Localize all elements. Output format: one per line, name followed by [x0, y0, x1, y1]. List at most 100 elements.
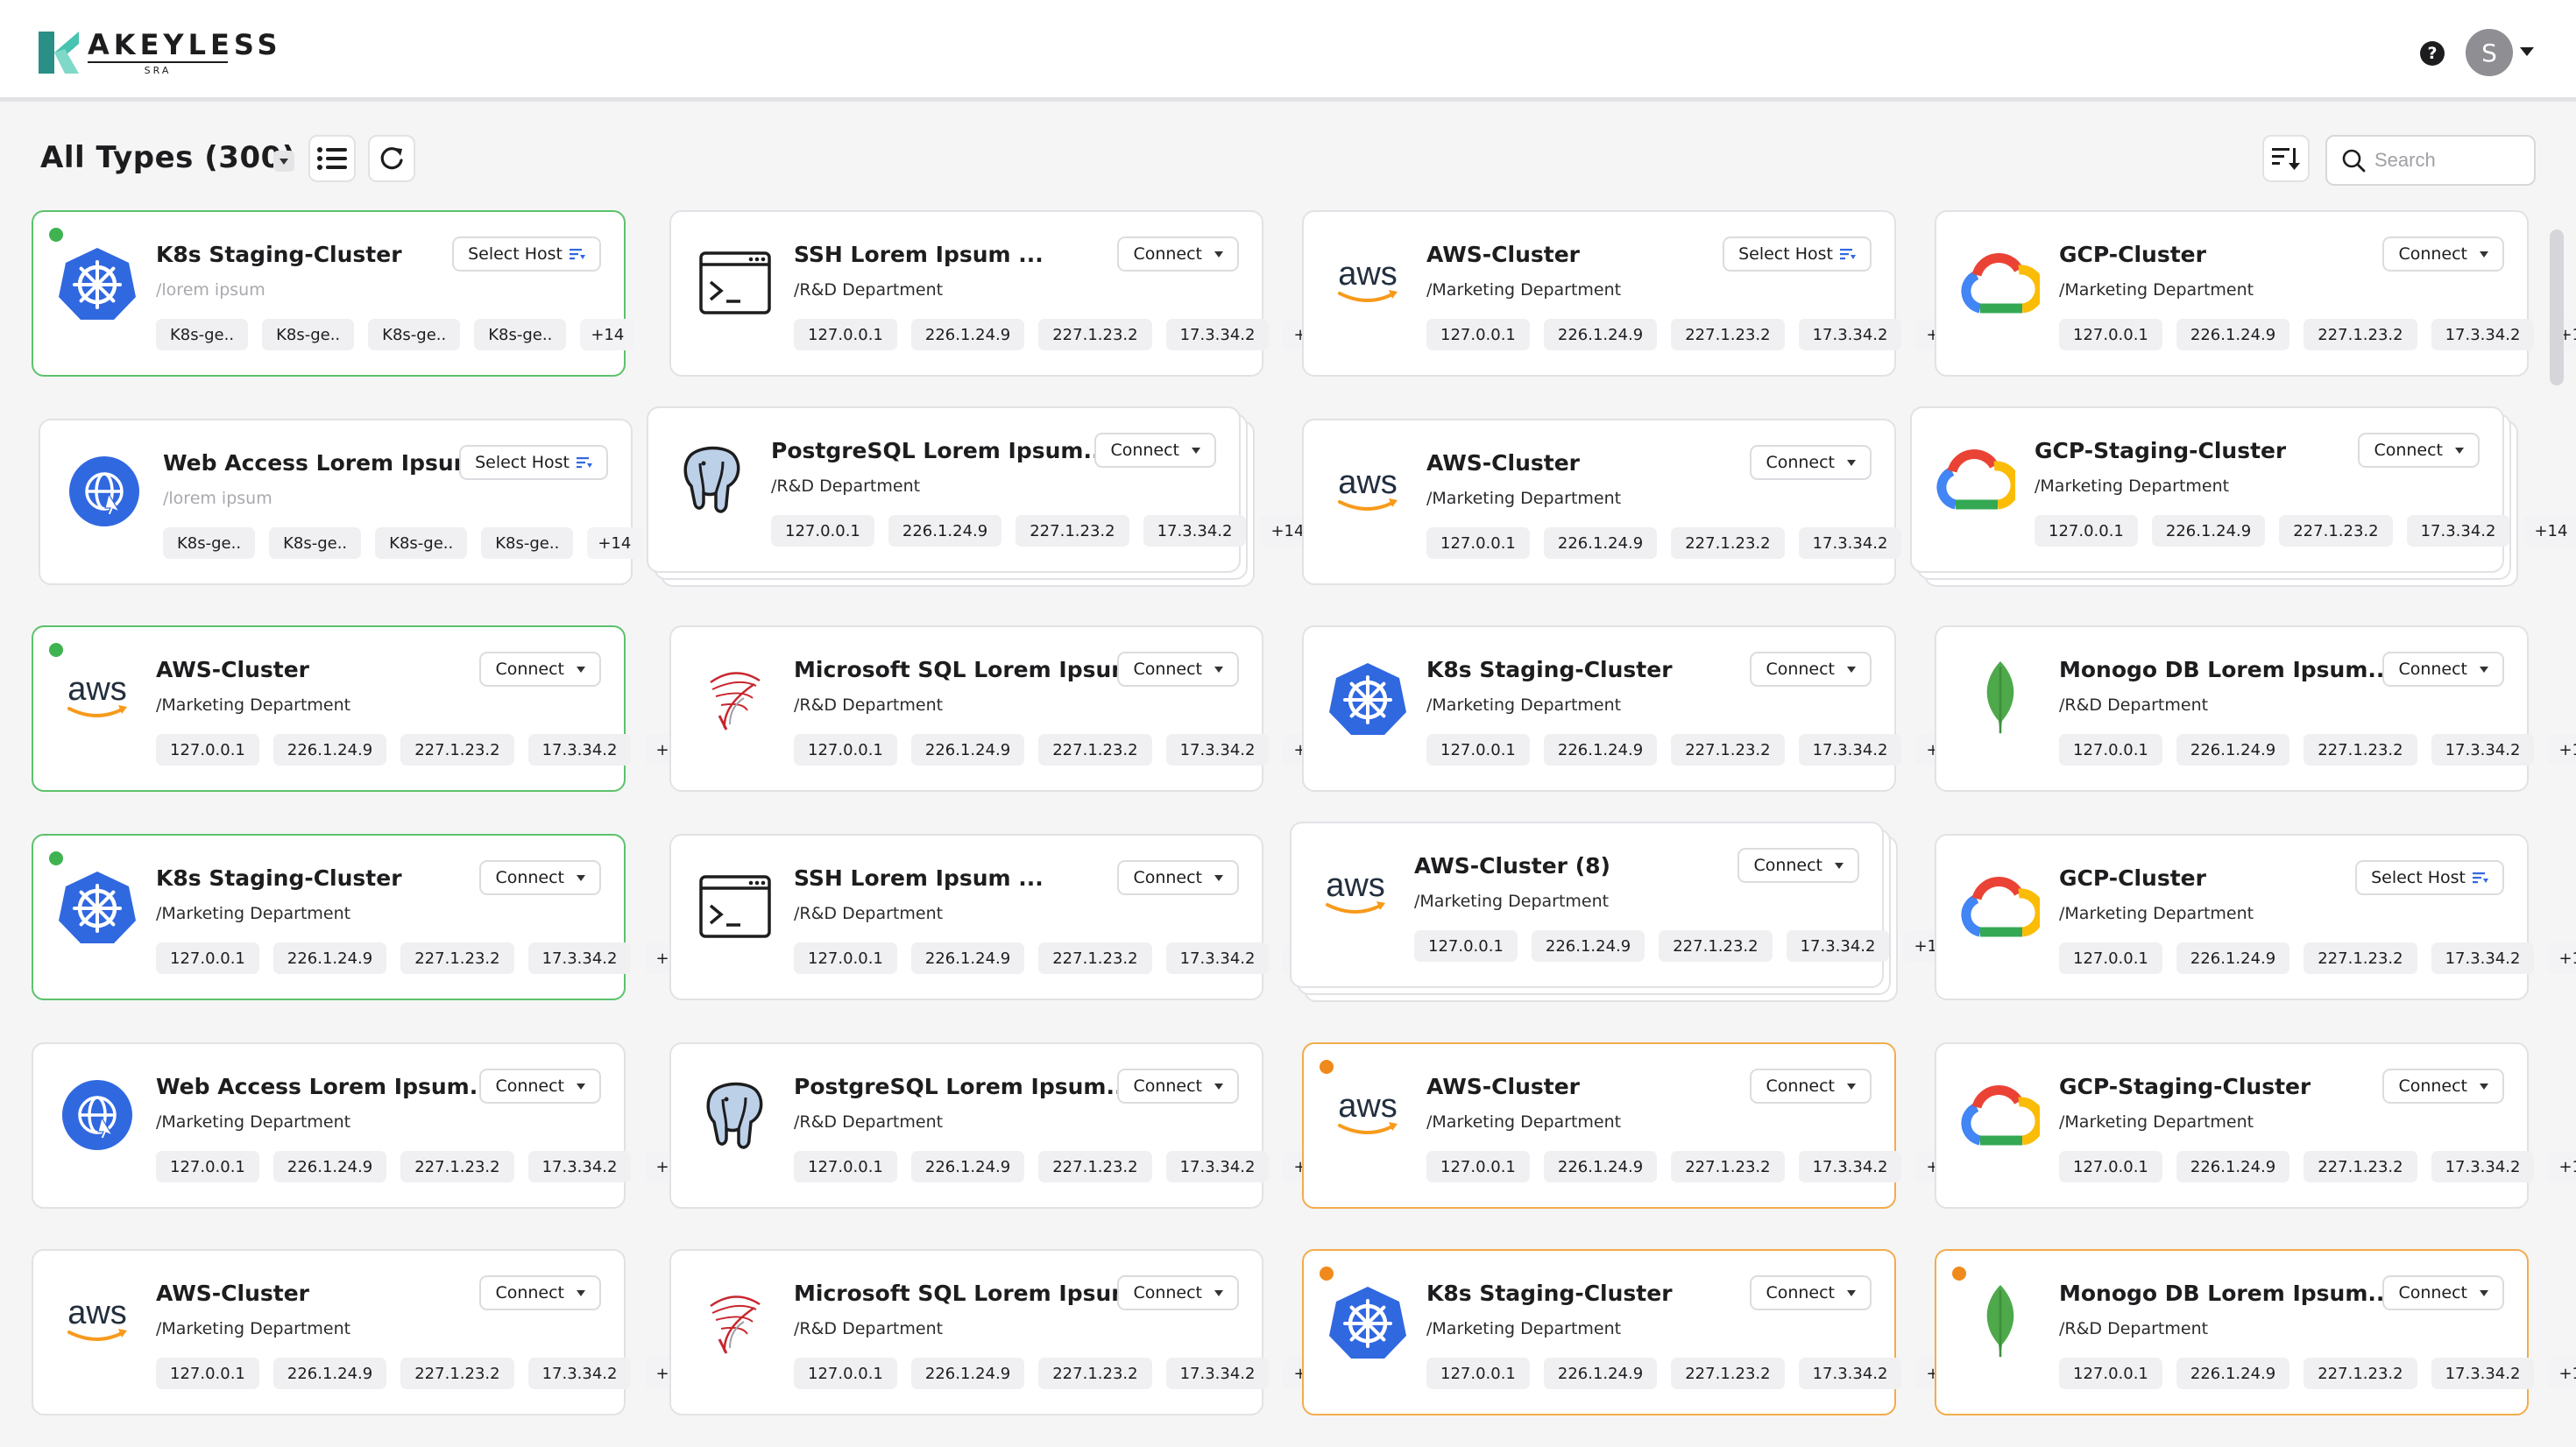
host-chip[interactable]: 226.1.24.9: [2151, 515, 2266, 547]
list-view-button[interactable]: [308, 135, 356, 182]
host-chip[interactable]: 227.1.23.2: [2304, 734, 2417, 766]
host-chip[interactable]: 227.1.23.2: [2304, 942, 2417, 974]
connect-button[interactable]: Connect: [2382, 1069, 2504, 1104]
host-chip[interactable]: 227.1.23.2: [1671, 1151, 1785, 1182]
host-chip[interactable]: 17.3.34.2: [1798, 734, 1902, 766]
host-chip[interactable]: 227.1.23.2: [2304, 1358, 2417, 1389]
host-chip[interactable]: 17.3.34.2: [2431, 319, 2535, 350]
host-chip[interactable]: 226.1.24.9: [910, 1358, 1025, 1389]
help-icon[interactable]: ?: [2420, 41, 2445, 66]
host-chip[interactable]: 17.3.34.2: [1143, 515, 1247, 547]
select-host-button[interactable]: Select Host: [452, 236, 601, 272]
host-chip[interactable]: 17.3.34.2: [2431, 1151, 2535, 1182]
host-chip[interactable]: 226.1.24.9: [888, 515, 1002, 547]
host-chip[interactable]: 17.3.34.2: [1165, 942, 1270, 974]
host-chip[interactable]: 227.1.23.2: [2304, 319, 2417, 350]
host-chip[interactable]: 127.0.0.1: [2059, 1358, 2162, 1389]
resource-card[interactable]: Monogo DB Lorem Ipsum... /R&D Department C…: [1935, 625, 2576, 792]
host-chip[interactable]: K8s-ge..: [368, 319, 461, 350]
connect-button[interactable]: Connect: [1117, 860, 1239, 895]
connect-button[interactable]: Connect: [2382, 652, 2504, 687]
host-chip[interactable]: K8s-ge..: [269, 527, 362, 559]
resource-card[interactable]: GCP-Cluster/Marketing Department Select H…: [1935, 834, 2576, 1000]
host-chip[interactable]: K8s-ge..: [262, 319, 355, 350]
search-box[interactable]: [2325, 135, 2536, 186]
host-chip[interactable]: 227.1.23.2: [1038, 319, 1152, 350]
user-avatar[interactable]: S: [2466, 29, 2513, 76]
resource-card[interactable]: GCP-Staging-Cluster/Marketing Department…: [1910, 406, 2576, 573]
resource-card[interactable]: aws AWS-Cluster/Marketing Department Conne…: [1302, 419, 1971, 585]
host-chip[interactable]: 17.3.34.2: [1786, 930, 1890, 962]
connect-button[interactable]: Connect: [479, 1275, 601, 1310]
host-chip[interactable]: 17.3.34.2: [2406, 515, 2510, 547]
host-chip[interactable]: 226.1.24.9: [910, 734, 1025, 766]
host-chip[interactable]: K8s-ge..: [163, 527, 256, 559]
more-hosts-chip[interactable]: +14: [2548, 734, 2576, 766]
host-chip[interactable]: 17.3.34.2: [1798, 319, 1902, 350]
select-host-button[interactable]: Select Host: [2355, 860, 2504, 895]
host-chip[interactable]: 227.1.23.2: [400, 1151, 514, 1182]
host-chip[interactable]: 127.0.0.1: [1414, 930, 1518, 962]
akeyless-logo[interactable]: AKEYLESS SRA: [39, 30, 282, 76]
host-chip[interactable]: 227.1.23.2: [1038, 1151, 1152, 1182]
resource-card[interactable]: K8s Staging-Cluster/lorem ipsum Select Ho…: [32, 210, 635, 377]
host-chip[interactable]: 227.1.23.2: [1671, 527, 1785, 559]
host-chip[interactable]: 226.1.24.9: [1543, 1358, 1658, 1389]
host-chip[interactable]: 227.1.23.2: [1671, 319, 1785, 350]
host-chip[interactable]: 127.0.0.1: [794, 1151, 897, 1182]
host-chip[interactable]: 17.3.34.2: [2431, 734, 2535, 766]
resource-card[interactable]: aws AWS-Cluster (8) /Marketing Department C…: [1290, 822, 1958, 988]
host-chip[interactable]: 17.3.34.2: [527, 734, 632, 766]
resource-card[interactable]: aws AWS-Cluster/Marketing Department Conne…: [32, 1249, 700, 1415]
host-chip[interactable]: K8s-ge..: [481, 527, 574, 559]
connect-button[interactable]: Connect: [1117, 236, 1239, 272]
host-chip[interactable]: 127.0.0.1: [1426, 734, 1530, 766]
host-chip[interactable]: 127.0.0.1: [2059, 734, 2162, 766]
resource-card[interactable]: Web Access Lorem Ipsum... /Marketing Depa…: [32, 1042, 700, 1209]
host-chip[interactable]: 226.1.24.9: [1543, 1151, 1658, 1182]
host-chip[interactable]: K8s-ge..: [156, 319, 249, 350]
host-chip[interactable]: 226.1.24.9: [2176, 319, 2290, 350]
host-chip[interactable]: 226.1.24.9: [2176, 1151, 2290, 1182]
resource-card[interactable]: SSH Lorem Ipsum ... /R&D Department Connec…: [669, 210, 1338, 377]
host-chip[interactable]: 17.3.34.2: [1165, 1151, 1270, 1182]
host-chip[interactable]: 227.1.23.2: [1038, 942, 1152, 974]
host-chip[interactable]: 127.0.0.1: [794, 319, 897, 350]
more-hosts-chip[interactable]: +14: [2548, 1358, 2576, 1389]
host-chip[interactable]: 227.1.23.2: [1038, 1358, 1152, 1389]
host-chip[interactable]: 17.3.34.2: [527, 942, 632, 974]
connect-button[interactable]: Connect: [1750, 1069, 1872, 1104]
host-chip[interactable]: 17.3.34.2: [1165, 1358, 1270, 1389]
host-chip[interactable]: 227.1.23.2: [1038, 734, 1152, 766]
host-chip[interactable]: 226.1.24.9: [272, 942, 387, 974]
host-chip[interactable]: 226.1.24.9: [910, 1151, 1025, 1182]
more-hosts-chip[interactable]: +14: [2548, 1151, 2576, 1182]
host-chip[interactable]: 127.0.0.1: [1426, 319, 1530, 350]
connect-button[interactable]: Connect: [1117, 1069, 1239, 1104]
host-chip[interactable]: K8s-ge..: [474, 319, 567, 350]
connect-button[interactable]: Connect: [1750, 445, 1872, 480]
host-chip[interactable]: 127.0.0.1: [156, 734, 259, 766]
host-chip[interactable]: 17.3.34.2: [1798, 1358, 1902, 1389]
resource-card[interactable]: Web Access Lorem Ipsum... /lorem ipsum Sel…: [39, 419, 642, 585]
connect-button[interactable]: Connect: [479, 860, 601, 895]
connect-button[interactable]: Connect: [479, 1069, 601, 1104]
search-input[interactable]: [2374, 149, 2515, 172]
host-chip[interactable]: 17.3.34.2: [2431, 942, 2535, 974]
resource-card[interactable]: GCP-Staging-Cluster/Marketing Department…: [1935, 1042, 2576, 1209]
scrollbar-thumb[interactable]: [2550, 229, 2564, 385]
host-chip[interactable]: 227.1.23.2: [400, 942, 514, 974]
host-chip[interactable]: 226.1.24.9: [1543, 319, 1658, 350]
resource-card[interactable]: PostgreSQL Lorem Ipsum... /R&D Department…: [669, 1042, 1338, 1209]
connect-button[interactable]: Connect: [479, 652, 601, 687]
host-chip[interactable]: 17.3.34.2: [527, 1151, 632, 1182]
user-menu-caret-icon[interactable]: [2520, 47, 2534, 56]
connect-button[interactable]: Connect: [2382, 1275, 2504, 1310]
connect-button[interactable]: Connect: [1117, 652, 1239, 687]
host-chip[interactable]: 127.0.0.1: [156, 1358, 259, 1389]
host-chip[interactable]: 226.1.24.9: [910, 319, 1025, 350]
connect-button[interactable]: Connect: [1750, 652, 1872, 687]
host-chip[interactable]: 17.3.34.2: [527, 1358, 632, 1389]
host-chip[interactable]: K8s-ge..: [375, 527, 468, 559]
host-chip[interactable]: 17.3.34.2: [1165, 734, 1270, 766]
